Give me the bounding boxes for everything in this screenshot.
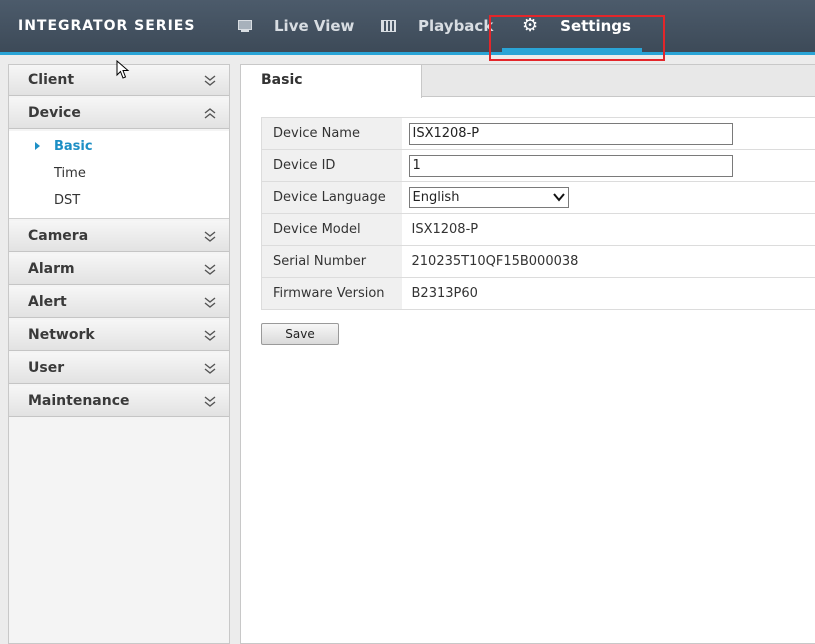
sidebar-item-network[interactable]: Network (9, 320, 229, 351)
sidebar-item-label: User (28, 360, 64, 376)
chevron-down-icon (203, 295, 217, 309)
save-button[interactable]: Save (261, 323, 339, 345)
device-submenu: Basic Time DST (9, 131, 229, 219)
sidebar-subitem-time[interactable]: Time (9, 160, 229, 187)
sidebar-item-label: Network (28, 327, 95, 343)
tab-live-view-label: Live View (274, 17, 354, 35)
sidebar-item-device[interactable]: Device (9, 98, 229, 129)
top-bar: INTEGRATOR SERIES Live View Playback ⚙ S… (0, 0, 815, 55)
chevron-down-icon (203, 262, 217, 276)
sidebar-item-label: Alert (28, 294, 67, 310)
sidebar-item-label: Device (28, 105, 81, 121)
tab-basic[interactable]: Basic (241, 65, 422, 98)
active-tab-indicator (502, 48, 642, 52)
device-language-select[interactable]: English (409, 187, 569, 208)
firmware-version-label: Firmware Version (262, 278, 402, 310)
tab-playback[interactable]: Playback (381, 0, 493, 52)
sidebar-subitem-label: DST (54, 193, 80, 208)
sidebar-subitem-label: Time (54, 166, 86, 181)
mouse-cursor-icon (116, 60, 130, 80)
tab-playback-label: Playback (418, 17, 493, 35)
device-name-input[interactable] (409, 123, 733, 145)
chevron-down-icon (203, 361, 217, 375)
caret-right-icon (35, 142, 40, 150)
gear-icon: ⚙ (522, 17, 538, 35)
chevron-down-icon (203, 328, 217, 342)
device-model-label: Device Model (262, 214, 402, 246)
sidebar-item-label: Alarm (28, 261, 75, 277)
device-name-label: Device Name (262, 118, 402, 150)
chevron-down-icon (553, 191, 565, 203)
form-row-device-model: Device Model ISX1208-P (262, 214, 815, 246)
sidebar-item-user[interactable]: User (9, 353, 229, 384)
form-row-device-name: Device Name (262, 118, 815, 150)
brand-logo: INTEGRATOR SERIES (18, 18, 195, 34)
chevron-down-icon (203, 394, 217, 408)
serial-number-label: Serial Number (262, 246, 402, 278)
device-language-label: Device Language (262, 182, 402, 214)
chevron-down-icon (203, 73, 217, 87)
sidebar-item-alarm[interactable]: Alarm (9, 254, 229, 285)
sidebar-subitem-dst[interactable]: DST (9, 187, 229, 214)
tab-settings[interactable]: ⚙ Settings (522, 0, 631, 52)
firmware-version-value: B2313P60 (402, 278, 815, 310)
form-row-device-language: Device Language English (262, 182, 815, 214)
sidebar-item-maintenance[interactable]: Maintenance (9, 386, 229, 417)
sidebar-subitem-label: Basic (54, 139, 93, 154)
serial-number-value: 210235T10QF15B000038 (402, 246, 815, 278)
sidebar-item-alert[interactable]: Alert (9, 287, 229, 318)
device-model-value: ISX1208-P (402, 214, 815, 246)
main-panel: Basic Device Name Device ID Device Langu… (240, 64, 815, 644)
sidebar: Client Device Basic Time DST Camera Alar… (8, 64, 230, 644)
form-row-serial-number: Serial Number 210235T10QF15B000038 (262, 246, 815, 278)
sidebar-item-camera[interactable]: Camera (9, 221, 229, 252)
tab-live-view[interactable]: Live View (238, 0, 354, 52)
film-icon (381, 20, 396, 32)
monitor-icon (238, 20, 252, 32)
sidebar-subitem-basic[interactable]: Basic (9, 133, 229, 160)
device-id-label: Device ID (262, 150, 402, 182)
device-basic-form: Device Name Device ID Device Language En… (261, 117, 815, 310)
form-row-device-id: Device ID (262, 150, 815, 182)
chevron-up-icon (203, 106, 217, 120)
device-language-value: English (413, 190, 460, 205)
tab-settings-label: Settings (560, 17, 631, 35)
sidebar-item-label: Client (28, 72, 74, 88)
sidebar-item-label: Maintenance (28, 393, 130, 409)
device-id-input[interactable] (409, 155, 733, 177)
chevron-down-icon (203, 229, 217, 243)
form-row-firmware-version: Firmware Version B2313P60 (262, 278, 815, 310)
sidebar-item-label: Camera (28, 228, 88, 244)
